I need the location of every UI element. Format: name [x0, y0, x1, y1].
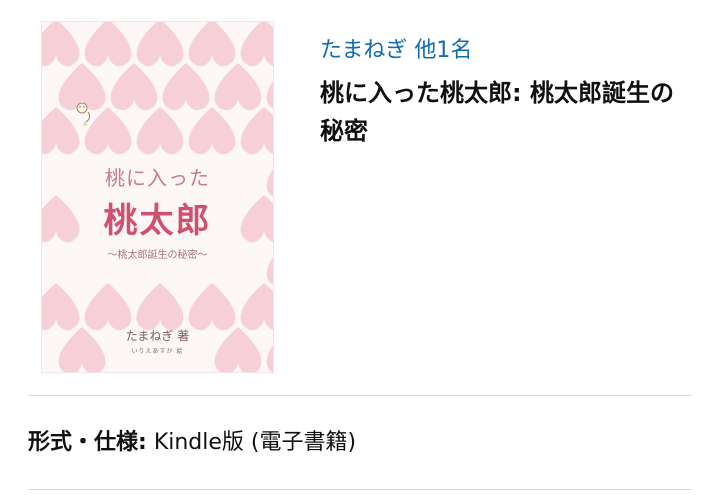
- cover-title-line1: 桃に入った: [105, 166, 210, 190]
- cover-illustrator: いりえあすか 絵: [131, 348, 184, 355]
- heart-pattern-icon: [110, 63, 158, 111]
- heart-pattern-icon: [136, 283, 184, 331]
- cover-author: たまねぎ 著: [125, 329, 190, 343]
- cover-title-line2: 桃太郎: [103, 201, 212, 241]
- divider: [28, 489, 692, 490]
- heart-pattern-icon: [188, 283, 236, 331]
- heart-pattern-icon: [188, 22, 236, 67]
- heart-pattern-icon: [162, 63, 210, 111]
- author-link[interactable]: たまねぎ 他1名: [320, 32, 472, 64]
- heart-pattern-icon: [136, 22, 184, 67]
- format-value: Kindle版 (電子書籍): [153, 430, 357, 455]
- heart-pattern-icon: [84, 283, 132, 331]
- format-label: 形式・仕様:: [28, 430, 147, 455]
- heart-pattern-icon: [240, 107, 273, 155]
- heart-pattern-icon: [266, 63, 273, 111]
- heart-pattern-icon: [84, 22, 132, 67]
- heart-pattern-icon: [42, 107, 80, 155]
- divider: [28, 395, 692, 396]
- book-title: 桃に入った桃太郎: 桃太郎誕生の秘密: [320, 79, 674, 145]
- heart-pattern-icon: [42, 22, 80, 67]
- heart-pattern-icon: [240, 22, 273, 67]
- heart-pattern-icon: [136, 107, 184, 155]
- heart-pattern-icon: [84, 107, 132, 155]
- book-cover-image[interactable]: 桃に入った 桃太郎 〜桃太郎誕生の秘密〜 たまねぎ 著 いりえあすか 絵: [42, 22, 273, 372]
- cover-subtitle: 〜桃太郎誕生の秘密〜: [107, 250, 208, 261]
- heart-pattern-icon: [240, 283, 273, 331]
- format-row: 形式・仕様: Kindle版 (電子書籍): [28, 424, 356, 456]
- heart-pattern-icon: [42, 283, 80, 331]
- heart-pattern-icon: [214, 63, 262, 111]
- heart-pattern-icon: [188, 107, 236, 155]
